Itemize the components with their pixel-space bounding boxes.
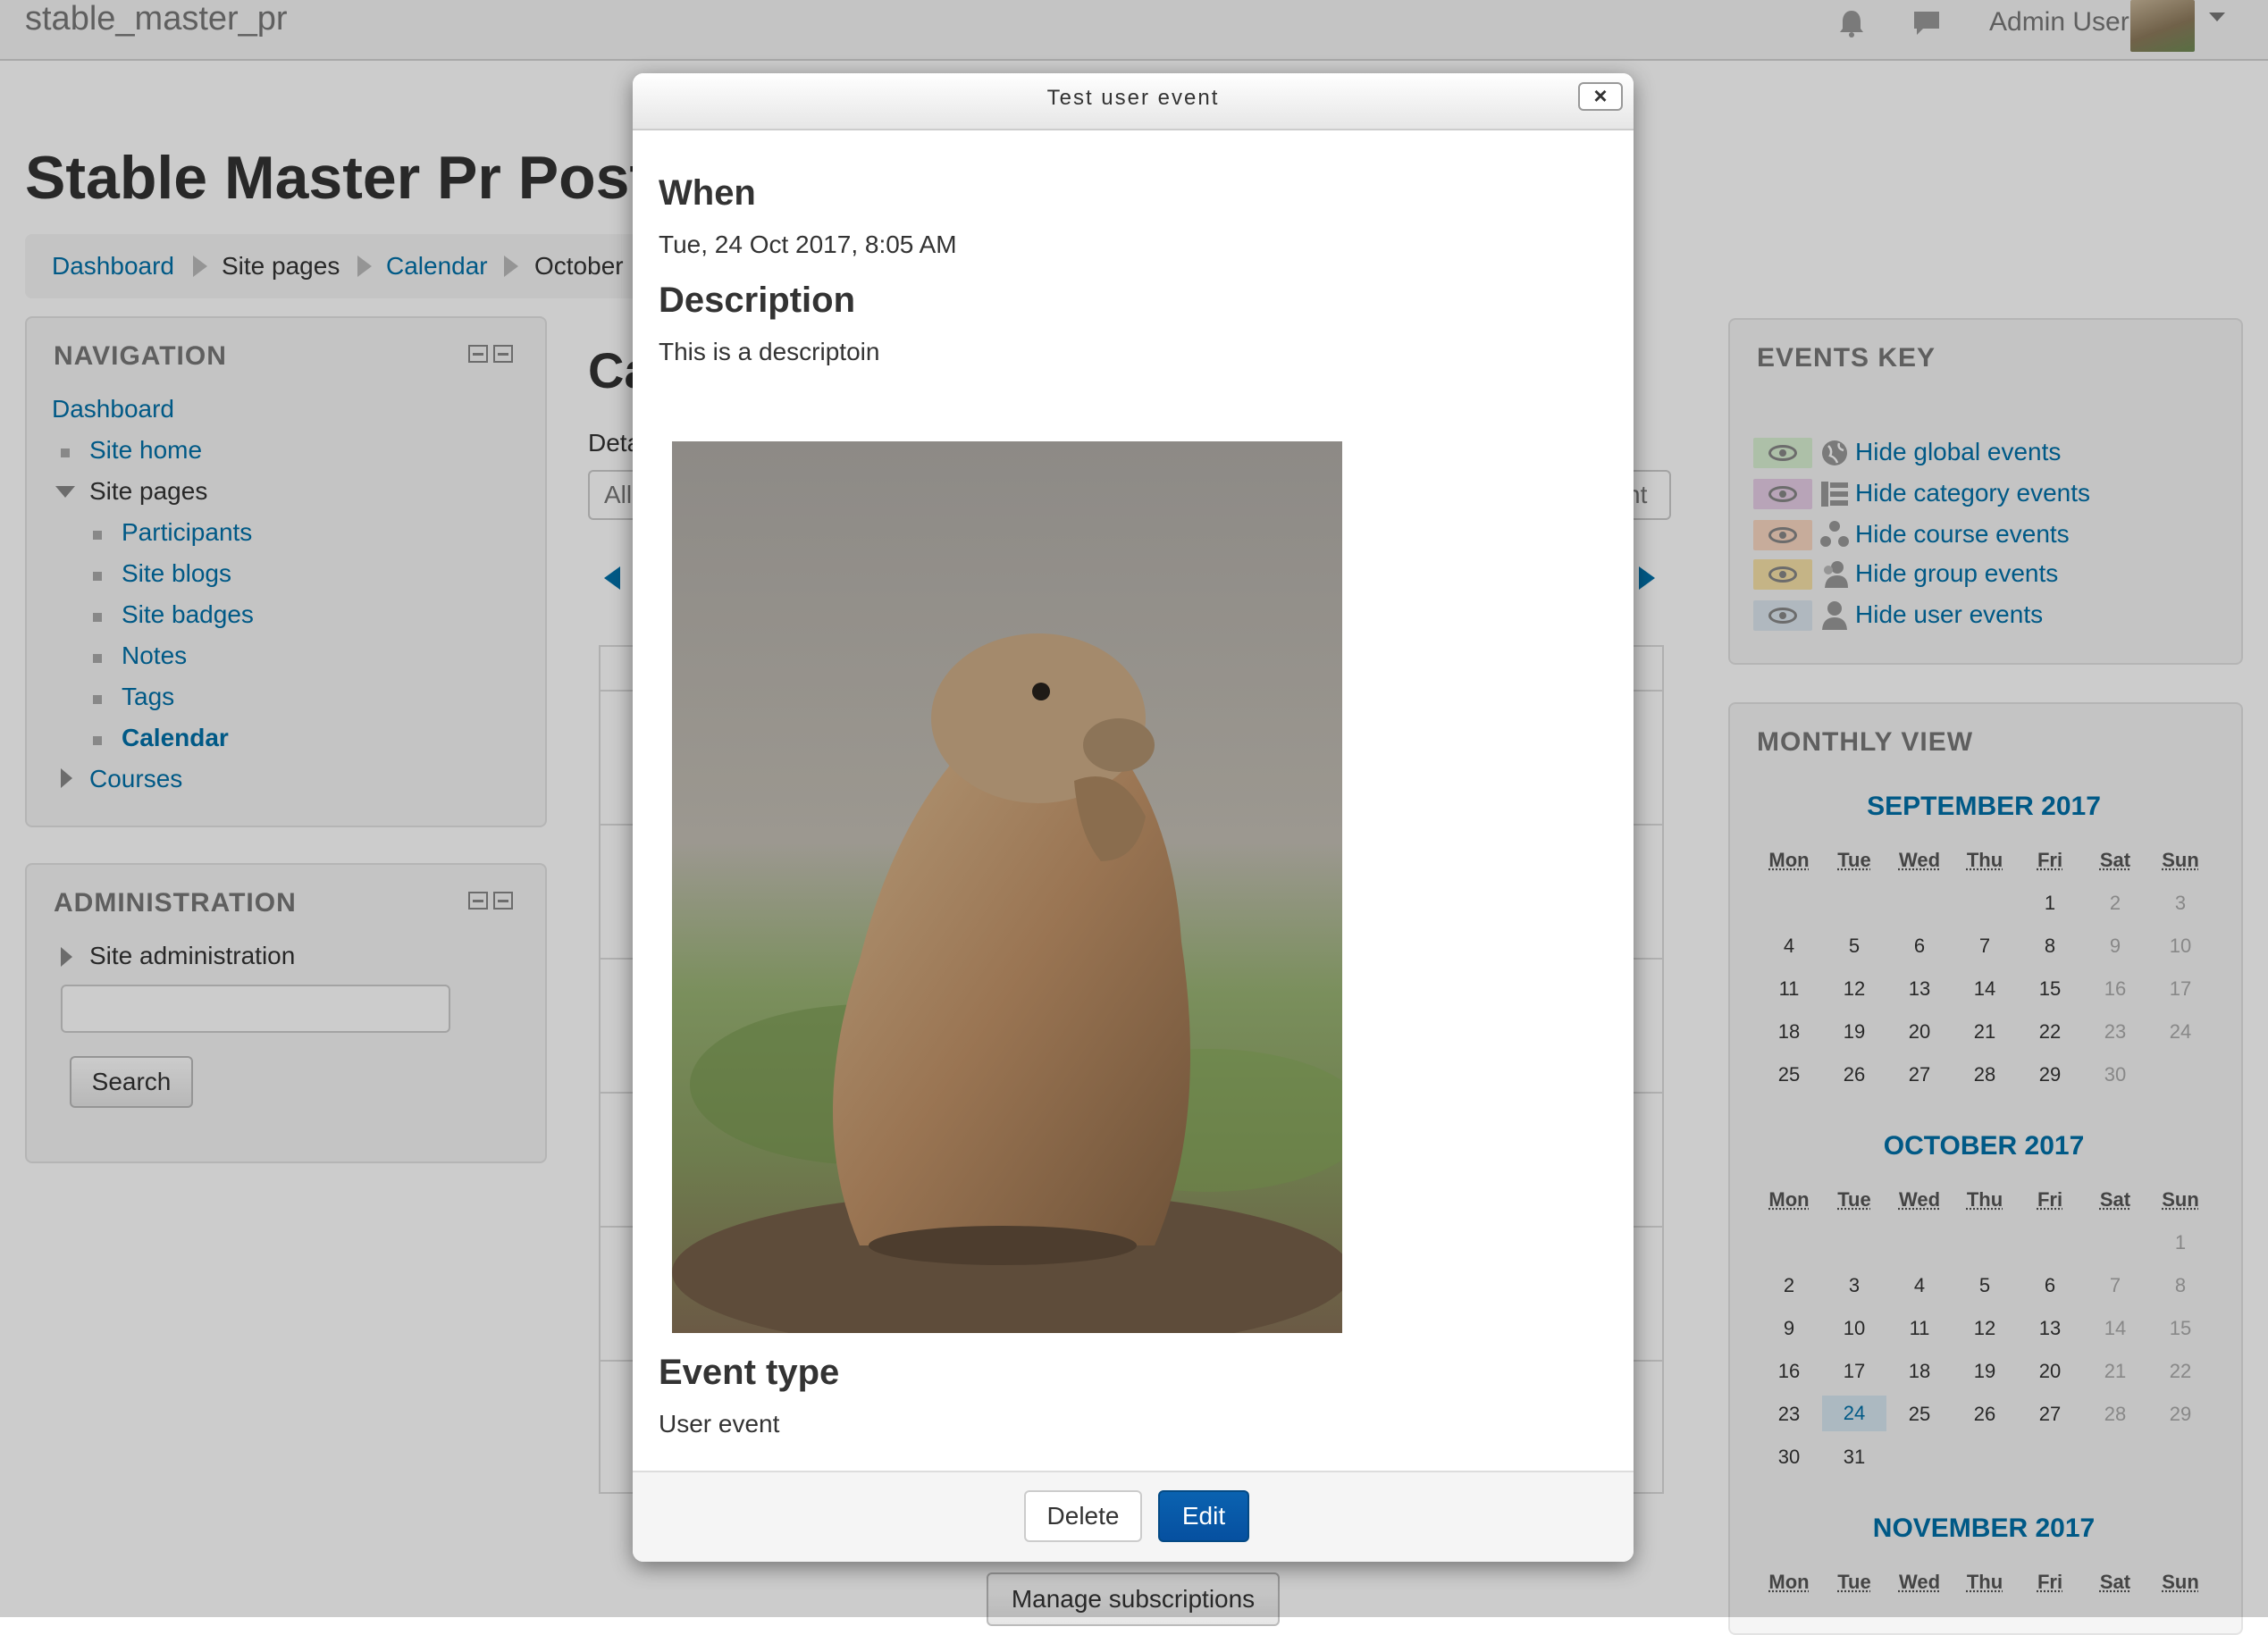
description-image	[672, 441, 1342, 1333]
modal-title: Test user event	[633, 86, 1634, 111]
edit-event-button[interactable]: Edit	[1158, 1490, 1249, 1542]
close-icon[interactable]: ×	[1578, 82, 1623, 111]
event-details-modal: Test user event × When Tue, 24 Oct 2017,…	[633, 73, 1634, 1562]
delete-event-button[interactable]: Delete	[1024, 1490, 1142, 1542]
when-value: Tue, 24 Oct 2017, 8:05 AM	[659, 231, 957, 259]
event-type-value: User event	[659, 1410, 779, 1438]
modal-footer: Delete Edit	[633, 1471, 1634, 1562]
modal-header: Test user event ×	[633, 73, 1634, 130]
description-heading: Description	[659, 281, 855, 321]
description-value: This is a descriptoin	[659, 338, 879, 366]
when-heading: When	[659, 173, 756, 214]
event-type-heading: Event type	[659, 1353, 839, 1393]
